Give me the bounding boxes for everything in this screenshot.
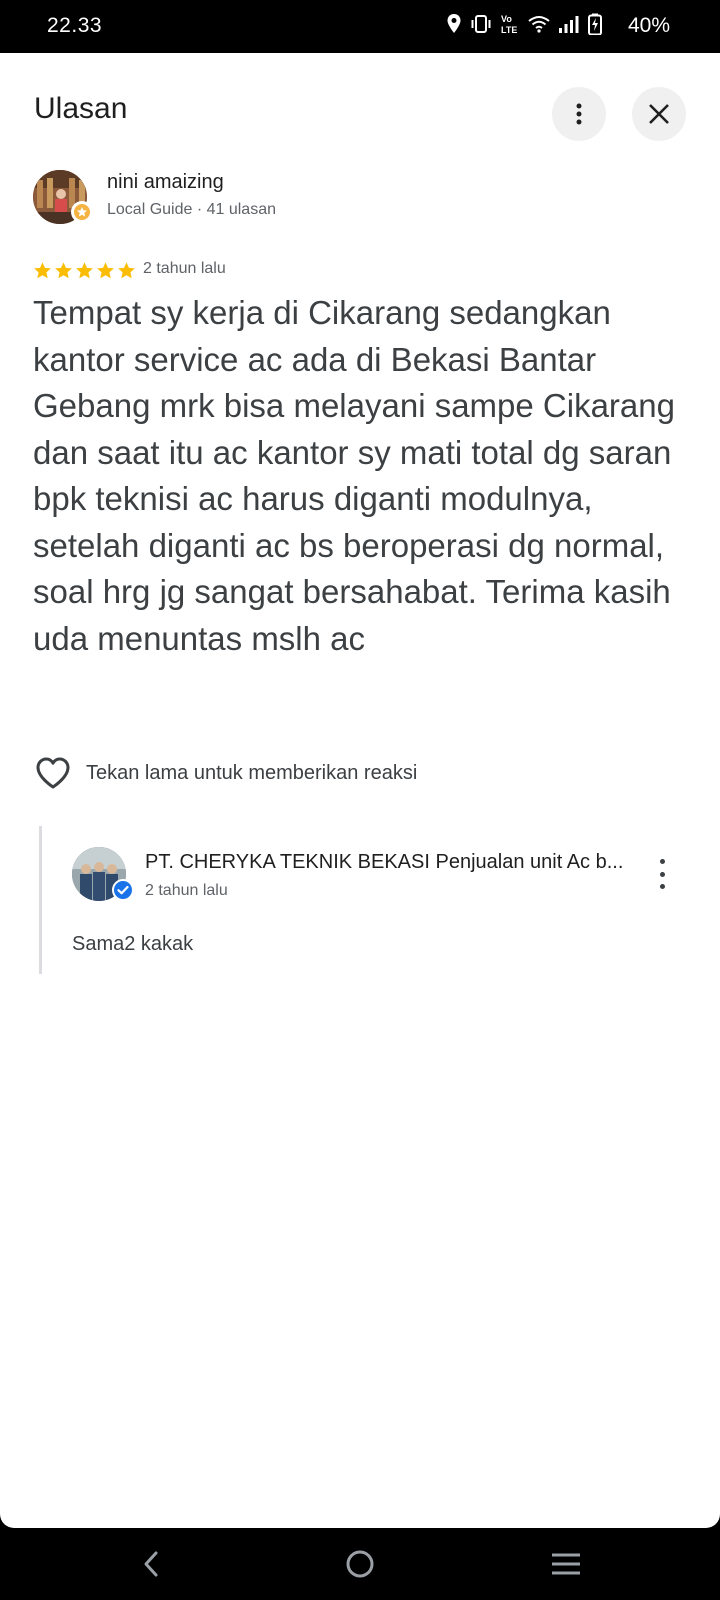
local-guide-badge-icon: [71, 201, 93, 223]
status-time: 22.33: [47, 14, 103, 37]
more-options-button[interactable]: [552, 87, 606, 141]
owner-reply-text: Sama2 kakak: [72, 933, 194, 955]
author-meta: Local Guide · 41 ulasan: [107, 201, 276, 218]
home-button[interactable]: [340, 1546, 380, 1582]
star-icon: [55, 262, 72, 279]
home-icon: [346, 1550, 374, 1578]
svg-text:Vo: Vo: [501, 14, 512, 24]
review-sheet: Ulasan nini amaizing Local Guide · 41 ul…: [0, 53, 720, 1528]
svg-text:LTE: LTE: [501, 25, 517, 35]
battery-charging-icon: [588, 13, 602, 40]
owner-name[interactable]: PT. CHERYKA TEKNIK BEKASI Penjualan unit…: [145, 851, 625, 874]
location-icon: [446, 13, 462, 40]
volte-icon: Vo LTE: [500, 13, 520, 40]
star-icon: [34, 262, 51, 279]
close-button[interactable]: [632, 87, 686, 141]
author-name[interactable]: nini amaizing: [107, 171, 224, 194]
status-icons: Vo LTE: [446, 13, 602, 40]
back-button[interactable]: [131, 1546, 171, 1582]
verified-icon: [112, 879, 134, 901]
page-title: Ulasan: [34, 92, 128, 125]
owner-reply: PT. CHERYKA TEKNIK BEKASI Penjualan unit…: [39, 826, 682, 974]
star-icon: [76, 262, 93, 279]
heart-outline-icon: [36, 757, 70, 789]
review-date: 2 tahun lalu: [143, 260, 226, 277]
battery-percent: 40%: [627, 14, 670, 37]
star-rating: [33, 261, 136, 280]
more-vert-icon: [659, 859, 665, 864]
vibrate-icon: [470, 14, 492, 39]
back-icon: [144, 1551, 158, 1577]
reaction-button[interactable]: Tekan lama untuk memberikan reaksi: [35, 756, 417, 790]
recents-icon: [552, 1553, 580, 1575]
reaction-label: Tekan lama untuk memberikan reaksi: [86, 761, 418, 784]
status-bar: 22.33 Vo LTE 40%: [0, 0, 720, 53]
star-icon: [118, 262, 135, 279]
navigation-bar: [0, 1528, 720, 1600]
star-icon: [97, 262, 114, 279]
wifi-icon: [528, 14, 550, 39]
close-icon: [649, 104, 669, 124]
recents-button[interactable]: [546, 1546, 586, 1582]
owner-reply-more-button[interactable]: [652, 859, 672, 889]
review-text: Tempat sy kerja di Cikarang sedangkan ka…: [33, 294, 675, 657]
more-vert-icon: [576, 103, 582, 125]
owner-reply-date: 2 tahun lalu: [145, 882, 228, 899]
signal-icon: [558, 14, 580, 39]
